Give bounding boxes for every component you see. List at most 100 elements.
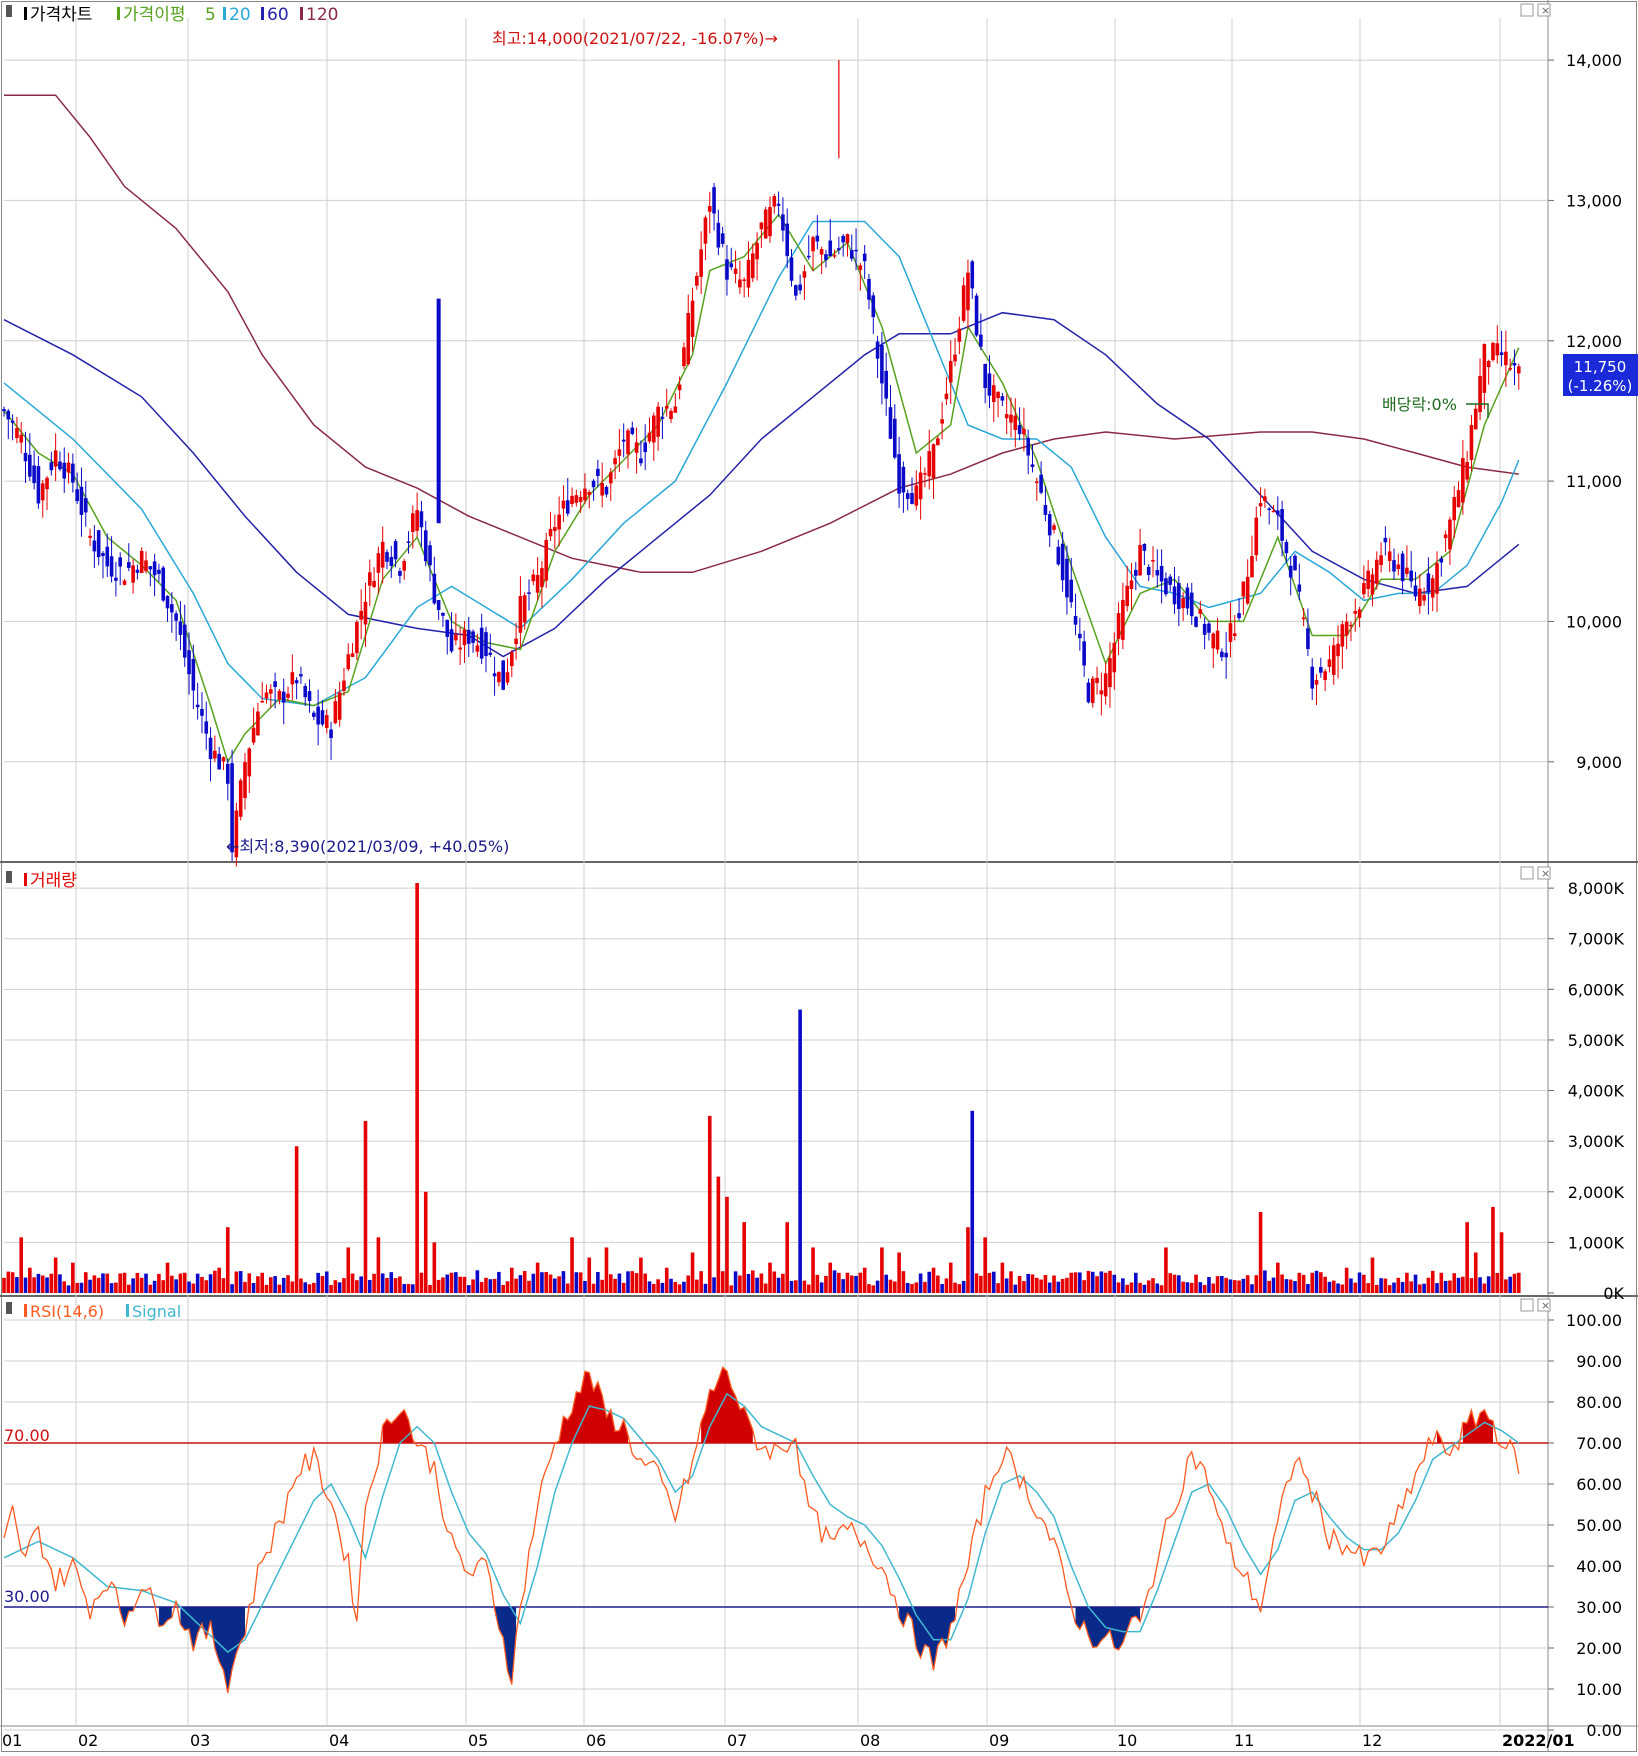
volume-bar — [428, 1284, 432, 1293]
volume-bar — [1215, 1276, 1220, 1293]
rsi-tick-label: 0.00 — [1586, 1721, 1622, 1740]
volume-bar — [1078, 1272, 1082, 1293]
minimize-icon[interactable] — [1520, 3, 1534, 17]
volume-bar — [415, 883, 419, 1293]
candle-body — [931, 444, 936, 479]
volume-bar — [991, 1271, 996, 1293]
volume-bar — [1310, 1272, 1315, 1293]
volume-bar — [1418, 1284, 1422, 1293]
volume-bar — [225, 1227, 230, 1293]
volume-bar — [621, 1282, 626, 1293]
candle-body — [122, 580, 127, 585]
candle-body — [1263, 496, 1267, 502]
candle-body — [1004, 414, 1009, 419]
volume-bar — [643, 1273, 648, 1293]
volume-bar — [819, 1282, 824, 1293]
volume-bar — [1228, 1279, 1233, 1293]
candle-body — [738, 279, 742, 288]
candle-body — [509, 652, 514, 667]
candle-body — [1271, 510, 1276, 513]
candle-body — [1254, 517, 1259, 556]
candle-body — [71, 463, 75, 483]
candle-body — [225, 763, 230, 784]
rsi-tick-label: 10.00 — [1576, 1680, 1622, 1699]
candle-body — [1280, 509, 1284, 541]
candle-body — [19, 434, 24, 443]
volume-bar — [475, 1270, 480, 1293]
volume-bar — [1090, 1271, 1095, 1293]
candle-body — [92, 540, 97, 552]
candle-body — [789, 257, 794, 281]
volume-bar — [359, 1276, 363, 1293]
candle-body — [604, 486, 609, 495]
volume-bar — [1052, 1275, 1056, 1293]
volume-bar — [208, 1274, 213, 1293]
candle-body — [333, 701, 338, 724]
legend-marker — [24, 1304, 27, 1317]
candle-body — [247, 748, 252, 777]
volume-bar — [445, 1274, 450, 1293]
volume-bar — [867, 1284, 871, 1293]
candle-body — [781, 214, 785, 231]
candle-body — [1189, 592, 1194, 617]
volume-bar — [1116, 1282, 1121, 1293]
volume-bar — [1189, 1282, 1194, 1293]
candle-body — [1448, 519, 1452, 550]
volume-bar — [454, 1272, 458, 1293]
volume-bar — [720, 1271, 725, 1293]
volume-bar — [634, 1273, 639, 1293]
volume-bar — [1030, 1274, 1035, 1293]
candle-body — [238, 780, 243, 817]
candle-body — [652, 415, 656, 443]
legend-marker — [6, 1302, 12, 1314]
volume-bar — [1280, 1274, 1284, 1293]
volume-bar — [725, 1196, 729, 1293]
candle-body — [105, 546, 110, 567]
volume-bar — [144, 1273, 148, 1293]
volume-bar — [557, 1276, 561, 1293]
volume-tick-label: 1,000K — [1568, 1233, 1625, 1252]
candle-body — [733, 268, 738, 274]
candle-body — [303, 686, 308, 698]
volume-bar — [372, 1273, 376, 1293]
volume-bar — [423, 1191, 428, 1293]
candle-body — [763, 209, 768, 239]
candle-body — [699, 249, 703, 277]
candle-body — [544, 539, 549, 581]
x-tick-label: 11 — [1234, 1731, 1254, 1750]
candle-body — [411, 513, 415, 532]
candle-body — [1392, 560, 1396, 572]
candle-body — [324, 715, 329, 728]
candle-body — [58, 461, 62, 470]
candle-body — [626, 430, 630, 455]
candle-body — [1409, 570, 1414, 582]
candle-body — [1220, 651, 1224, 658]
candle-body — [1103, 673, 1108, 697]
volume-bar — [436, 1279, 441, 1293]
candle-body — [1224, 652, 1228, 658]
candle-body — [1151, 560, 1155, 562]
candle-body — [996, 391, 1000, 399]
volume-bar — [1263, 1270, 1267, 1293]
candle-body — [96, 530, 101, 558]
volume-bar — [1478, 1277, 1482, 1293]
candle-body — [957, 328, 962, 342]
candle-body — [1486, 361, 1491, 368]
volume-bar — [101, 1273, 105, 1293]
minimize-icon[interactable] — [1520, 1298, 1534, 1312]
volume-bar — [307, 1284, 312, 1293]
volume-bar — [1275, 1262, 1280, 1293]
volume-bar — [1353, 1282, 1358, 1293]
minimize-icon[interactable] — [1520, 866, 1534, 880]
volume-bar — [479, 1282, 484, 1293]
volume-bar — [191, 1283, 196, 1293]
volume-bar — [49, 1273, 54, 1293]
candle-body — [1297, 584, 1302, 592]
volume-bar — [686, 1275, 691, 1293]
candle-body — [428, 545, 432, 566]
candle-body — [643, 442, 648, 453]
candle-body — [380, 541, 385, 568]
candle-body — [152, 561, 157, 576]
volume-bar — [23, 1277, 28, 1293]
volume-bar — [673, 1282, 678, 1293]
